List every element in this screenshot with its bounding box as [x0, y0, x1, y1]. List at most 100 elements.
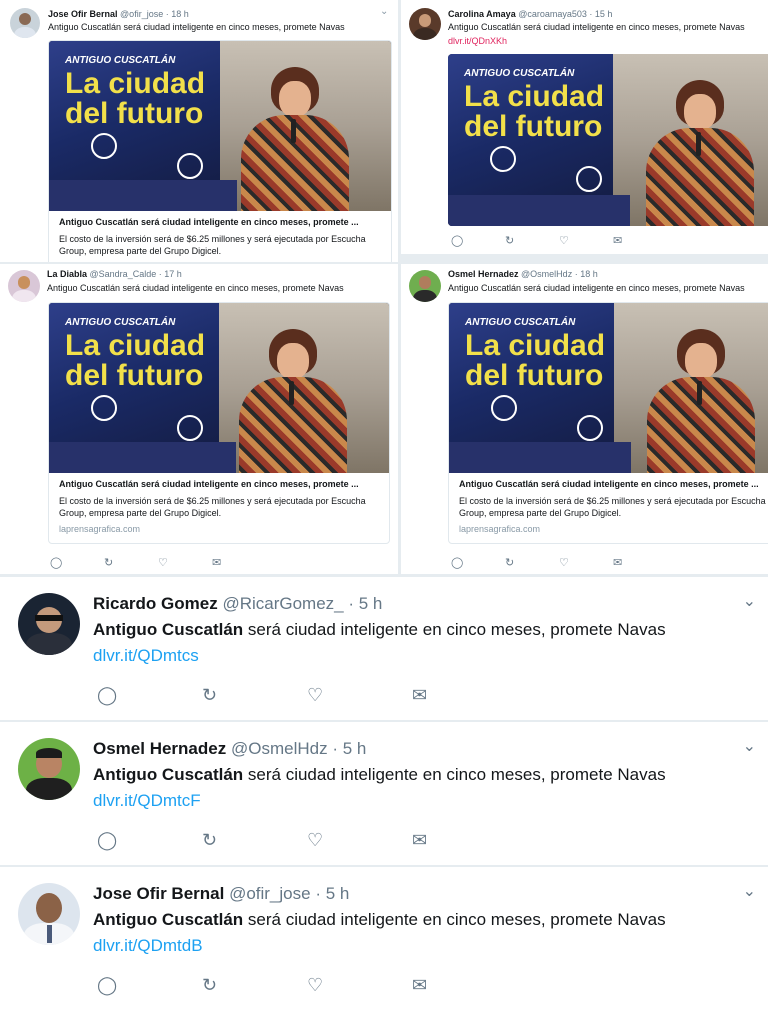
chevron-down-icon[interactable]: ⌄	[743, 591, 756, 611]
tweet-card-carolina: Carolina Amaya @caroamaya503 · 15 h Anti…	[401, 0, 768, 254]
tweet-link[interactable]: dlvr.it/QDnXKh	[448, 36, 507, 46]
tweet-text: Antiguo Cuscatlán será ciudad inteligent…	[47, 283, 344, 293]
card-image: ANTIGUO CUSCATLÁN La ciudad del futuro	[448, 54, 768, 226]
tweet-actions: ◯ ↻ ♡ ✉	[451, 556, 667, 569]
reply-icon[interactable]: ◯	[97, 685, 202, 706]
heart-icon[interactable]: ♡	[307, 685, 412, 706]
retweet-icon[interactable]: ↻	[202, 685, 307, 706]
link-card[interactable]: ANTIGUO CUSCATLÁN La ciudad del futuro An…	[48, 302, 390, 544]
tweet-bold-term[interactable]: Antiguo Cuscatlán	[93, 910, 243, 929]
retweet-icon[interactable]: ↻	[104, 556, 158, 569]
tweet-meta: Jose Ofir Bernal @ofir_jose · 5 h	[93, 884, 349, 904]
heart-icon[interactable]: ♡	[307, 975, 412, 996]
tweet-time[interactable]: · 18 h	[166, 9, 189, 19]
tweet-actions: ◯ ↻ ♡ ✉	[97, 975, 517, 996]
card-image: ANTIGUO CUSCATLÁN La ciudad del futuro	[449, 303, 768, 473]
tweet-card-osmel-small: Osmel Hernadez @OsmelHdz · 18 h Antiguo …	[401, 264, 768, 574]
avatar[interactable]	[409, 270, 441, 302]
user-name[interactable]: Osmel Hernadez	[448, 269, 519, 279]
tweet-actions: ◯ ↻ ♡ ✉	[97, 830, 517, 851]
link-card-image[interactable]: ANTIGUO CUSCATLÁN La ciudad del futuro	[448, 54, 768, 226]
tweet-time[interactable]: · 5 h	[332, 739, 366, 758]
user-name[interactable]: Osmel Hernadez	[93, 739, 226, 758]
tweet-bold-term[interactable]: Antiguo Cuscatlán	[93, 765, 243, 784]
user-handle[interactable]: @ofir_jose	[120, 9, 163, 19]
reply-icon[interactable]: ◯	[50, 556, 104, 569]
user-name[interactable]: La Diabla	[47, 269, 87, 279]
reply-icon[interactable]: ◯	[97, 975, 202, 996]
heart-icon[interactable]: ♡	[158, 556, 212, 569]
link-card[interactable]: ANTIGUO CUSCATLÁN La ciudad del futuro An…	[48, 40, 392, 262]
envelope-icon[interactable]: ✉	[412, 975, 517, 996]
card-brand: ANTIGUO CUSCATLÁN	[65, 55, 176, 66]
tweet-actions: ◯ ↻ ♡ ✉	[50, 556, 266, 569]
avatar[interactable]	[10, 8, 40, 38]
tweet-time[interactable]: · 17 h	[159, 269, 182, 279]
envelope-icon[interactable]: ✉	[212, 556, 266, 569]
tweet-link[interactable]: dlvr.it/QDmtdB	[93, 936, 203, 956]
card-image: ANTIGUO CUSCATLÁN La ciudad del futuro	[49, 41, 391, 211]
tweet-meta: Jose Ofir Bernal @ofir_jose · 18 h	[48, 9, 189, 19]
tweet-text: Antiguo Cuscatlán será ciudad inteligent…	[448, 22, 745, 32]
user-handle[interactable]: @ofir_jose	[229, 884, 311, 903]
tweet-osmel-hernadez: Osmel Hernadez @OsmelHdz · 5 h ⌄ Antiguo…	[0, 722, 768, 865]
tweet-meta: Ricardo Gomez @RicarGomez_ · 5 h	[93, 594, 382, 614]
card-domain: laprensagrafica.com	[459, 524, 541, 534]
card-title: Antiguo Cuscatlán será ciudad inteligent…	[59, 217, 359, 227]
retweet-icon[interactable]: ↻	[505, 234, 559, 247]
tweet-link[interactable]: dlvr.it/QDmtcs	[93, 646, 199, 666]
tweet-card-jose-ofir-small: Jose Ofir Bernal @ofir_jose · 18 h ⌄ Ant…	[0, 0, 398, 262]
tweet-time[interactable]: · 5 h	[348, 594, 382, 613]
tweet-time[interactable]: · 18 h	[575, 269, 598, 279]
avatar[interactable]	[8, 270, 40, 302]
user-handle[interactable]: @OsmelHdz	[231, 739, 328, 758]
envelope-icon[interactable]: ✉	[613, 556, 667, 569]
tweet-time[interactable]: · 5 h	[315, 884, 349, 903]
card-title: Antiguo Cuscatlán será ciudad inteligent…	[59, 479, 359, 489]
user-handle[interactable]: @RicarGomez_	[222, 594, 343, 613]
chevron-down-icon[interactable]: ⌄	[743, 736, 756, 756]
tweet-meta: La Diabla @Sandra_Calde · 17 h	[47, 269, 182, 279]
tweet-bold-term[interactable]: Antiguo Cuscatlán	[93, 620, 243, 639]
user-name[interactable]: Jose Ofir Bernal	[93, 884, 224, 903]
user-handle[interactable]: @caroamaya503	[518, 9, 587, 19]
card-description: El costo de la inversión será de $6.25 m…	[459, 496, 766, 518]
retweet-icon[interactable]: ↻	[202, 830, 307, 851]
chevron-down-icon[interactable]: ⌄	[743, 881, 756, 901]
user-name[interactable]: Jose Ofir Bernal	[48, 9, 118, 19]
link-card[interactable]: ANTIGUO CUSCATLÁN La ciudad del futuro An…	[448, 302, 768, 544]
envelope-icon[interactable]: ✉	[412, 685, 517, 706]
heart-icon[interactable]: ♡	[559, 556, 613, 569]
reply-icon[interactable]: ◯	[451, 234, 505, 247]
tweet-text: Antiguo Cuscatlán será ciudad inteligent…	[93, 910, 666, 929]
envelope-icon[interactable]: ✉	[412, 830, 517, 851]
tweet-text: Antiguo Cuscatlán será ciudad inteligent…	[48, 22, 345, 32]
user-handle[interactable]: @Sandra_Calde	[90, 269, 157, 279]
card-description: El costo de la inversión será de $6.25 m…	[59, 496, 366, 518]
tweet-ricardo-gomez: Ricardo Gomez @RicarGomez_ · 5 h ⌄ Antig…	[0, 577, 768, 720]
card-description: El costo de la inversión será de $6.25 m…	[59, 234, 366, 256]
tweet-text: Antiguo Cuscatlán será ciudad inteligent…	[93, 765, 666, 784]
tweet-link[interactable]: dlvr.it/QDmtcF	[93, 791, 201, 811]
tweet-time[interactable]: · 15 h	[589, 9, 612, 19]
user-name[interactable]: Carolina Amaya	[448, 9, 516, 19]
avatar[interactable]	[18, 883, 80, 945]
avatar[interactable]	[409, 8, 441, 40]
retweet-icon[interactable]: ↻	[202, 975, 307, 996]
reply-icon[interactable]: ◯	[451, 556, 505, 569]
envelope-icon[interactable]: ✉	[613, 234, 667, 247]
avatar[interactable]	[18, 738, 80, 800]
user-handle[interactable]: @OsmelHdz	[521, 269, 572, 279]
avatar[interactable]	[18, 593, 80, 655]
heart-icon[interactable]: ♡	[307, 830, 412, 851]
tweet-text: Antiguo Cuscatlán será ciudad inteligent…	[93, 620, 666, 639]
tweet-actions: ◯ ↻ ♡ ✉	[451, 234, 667, 247]
reply-icon[interactable]: ◯	[97, 830, 202, 851]
heart-icon[interactable]: ♡	[559, 234, 613, 247]
user-name[interactable]: Ricardo Gomez	[93, 594, 218, 613]
tweet-card-la-diabla: La Diabla @Sandra_Calde · 17 h Antiguo C…	[0, 264, 398, 574]
tweet-actions: ◯ ↻ ♡ ✉	[97, 685, 517, 706]
chevron-down-icon[interactable]: ⌄	[380, 6, 388, 17]
tweet-jose-ofir-bernal: Jose Ofir Bernal @ofir_jose · 5 h ⌄ Anti…	[0, 867, 768, 1015]
retweet-icon[interactable]: ↻	[505, 556, 559, 569]
